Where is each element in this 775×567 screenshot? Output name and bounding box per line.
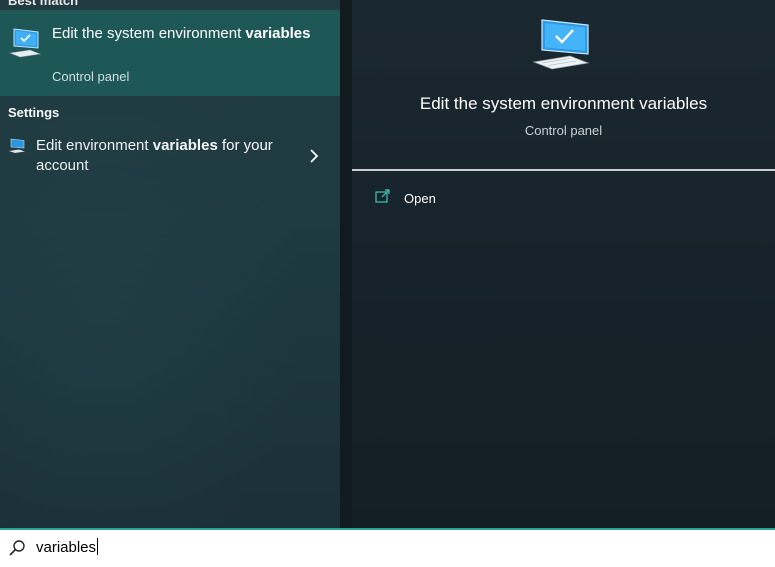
best-match-result[interactable]: Edit the system environment variables Co… xyxy=(0,10,340,96)
detail-subtitle: Control panel xyxy=(524,123,603,138)
text-caret xyxy=(97,538,99,555)
detail-divider xyxy=(352,169,775,171)
settings-result-label: Edit environment variables for your acco… xyxy=(36,137,273,174)
detail-title: Edit the system environment variables xyxy=(419,94,708,113)
best-match-header: Best match xyxy=(8,0,79,8)
detail-pane: Edit the system environment variables Co… xyxy=(352,0,775,528)
system-computer-large-icon xyxy=(532,16,592,72)
settings-result-edit-env-vars[interactable]: Edit environment variables for your acco… xyxy=(0,131,340,181)
open-action[interactable]: Open xyxy=(372,186,512,212)
settings-header: Settings xyxy=(8,105,60,120)
settings-computer-icon xyxy=(8,137,26,155)
best-match-title: Edit the system environment variables xyxy=(52,25,311,42)
chevron-right-icon[interactable] xyxy=(308,148,320,164)
best-match-subtitle: Control panel xyxy=(52,69,130,84)
pane-separator xyxy=(340,0,352,528)
system-computer-icon xyxy=(8,26,42,60)
search-bar[interactable]: variables xyxy=(0,528,775,567)
open-icon xyxy=(375,189,391,203)
search-input[interactable]: variables xyxy=(36,538,99,556)
open-action-label: Open xyxy=(404,191,436,206)
search-icon xyxy=(8,539,26,557)
search-results-pane: Best match Edit the system environment v… xyxy=(0,0,340,528)
